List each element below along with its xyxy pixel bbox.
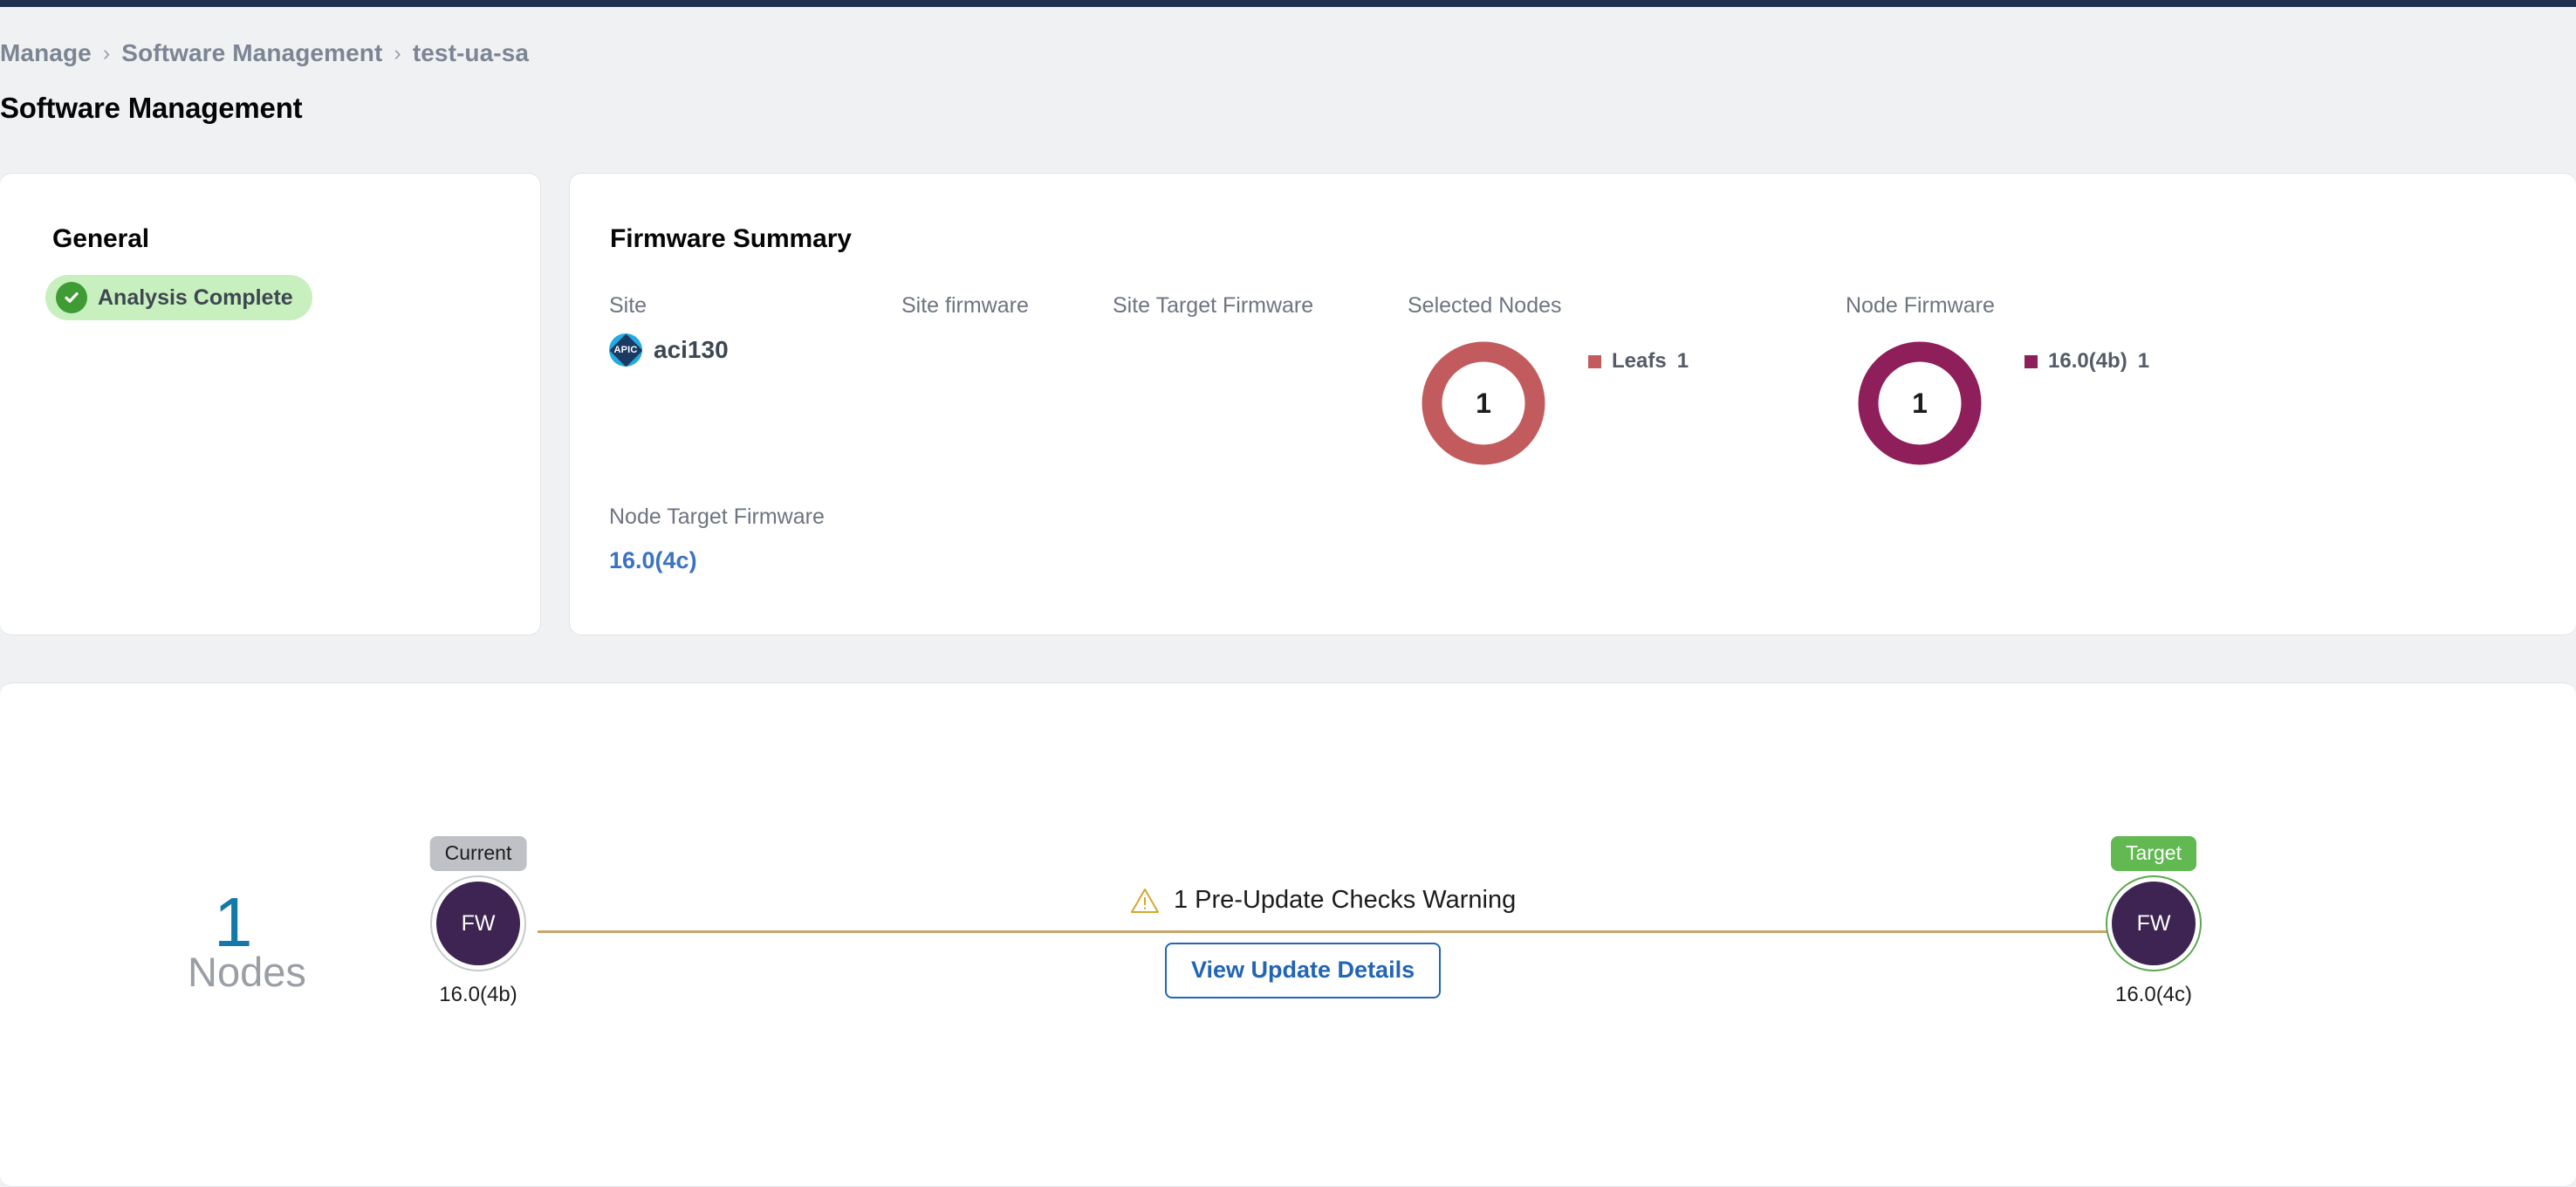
legend-swatch-leafs [1588, 354, 1601, 368]
legend-value-node-firmware: 1 [2137, 349, 2150, 373]
nodes-count: 1 [214, 883, 253, 961]
page-title: Software Management [0, 92, 303, 124]
label-site-firmware: Site firmware [901, 293, 1029, 318]
node-firmware-donut-chart: 1 [1855, 339, 1984, 468]
timeline-connector-line [538, 930, 2108, 933]
firmware-summary-heading: Firmware Summary [610, 224, 852, 253]
breadcrumb-item-manage[interactable]: Manage [0, 39, 92, 67]
site-name: aci130 [654, 336, 729, 363]
label-site-target-firmware: Site Target Firmware [1113, 293, 1314, 318]
selected-nodes-legend-item: Leafs 1 [1588, 349, 1689, 374]
value-node-target-firmware[interactable]: 16.0(4c) [609, 547, 697, 574]
pre-update-warning-text: 1 Pre-Update Checks Warning [1174, 886, 1517, 914]
legend-value-leafs: 1 [1676, 349, 1689, 373]
firmware-summary-card: Firmware Summary [569, 173, 2576, 635]
breadcrumb-separator-icon: › [102, 40, 111, 65]
apic-icon: APIC [608, 333, 643, 367]
breadcrumb-item-software-management[interactable]: Software Management [121, 39, 382, 67]
view-update-details-button[interactable]: View Update Details [1165, 943, 1442, 998]
node-firmware-legend-item: 16.0(4b) 1 [2024, 349, 2149, 374]
site-row: APIC aci130 [608, 333, 729, 367]
label-node-firmware: Node Firmware [1846, 293, 1995, 318]
node-firmware-donut-center-value: 1 [1912, 387, 1928, 419]
breadcrumb: Manage › Software Management › test-ua-s… [0, 39, 529, 67]
breadcrumb-item-test-ua-sa[interactable]: test-ua-sa [413, 39, 529, 67]
software-management-page: Manage › Software Management › test-ua-s… [0, 0, 2576, 1187]
current-firmware-circle[interactable]: FW [436, 882, 520, 965]
current-firmware-circle-label: FW [461, 910, 496, 936]
current-badge: Current [429, 836, 527, 871]
app-top-bar [0, 0, 2576, 7]
selected-nodes-donut-chart: 1 [1419, 339, 1548, 468]
status-badge-label: Analysis Complete [98, 285, 293, 310]
selected-nodes-donut-center-value: 1 [1476, 387, 1491, 419]
legend-label-node-firmware: 16.0(4b) [2048, 349, 2127, 373]
target-firmware-version: 16.0(4c) [2114, 983, 2193, 1006]
general-card: General [0, 173, 541, 635]
status-badge-analysis-complete: Analysis Complete [45, 275, 312, 320]
pre-update-warning: 1 Pre-Update Checks Warning [1130, 886, 1516, 915]
general-card-heading: General [52, 224, 150, 253]
label-node-target-firmware: Node Target Firmware [609, 504, 825, 529]
label-site: Site [609, 293, 647, 318]
target-firmware-circle[interactable]: FW [2112, 882, 2196, 965]
target-firmware-circle-label: FW [2136, 910, 2171, 936]
nodes-summary: 1 Nodes [188, 888, 380, 999]
apic-icon-label: APIC [613, 345, 638, 355]
breadcrumb-separator-icon: › [394, 40, 401, 65]
check-circle-icon [56, 282, 87, 313]
warning-triangle-icon [1131, 888, 1159, 913]
legend-swatch-node-firmware [2024, 354, 2038, 368]
label-selected-nodes: Selected Nodes [1408, 293, 1562, 318]
target-badge: Target [2111, 836, 2196, 871]
current-firmware-version: 16.0(4b) [439, 983, 517, 1006]
nodes-label: Nodes [188, 949, 306, 995]
legend-label-leafs: Leafs [1612, 349, 1667, 373]
